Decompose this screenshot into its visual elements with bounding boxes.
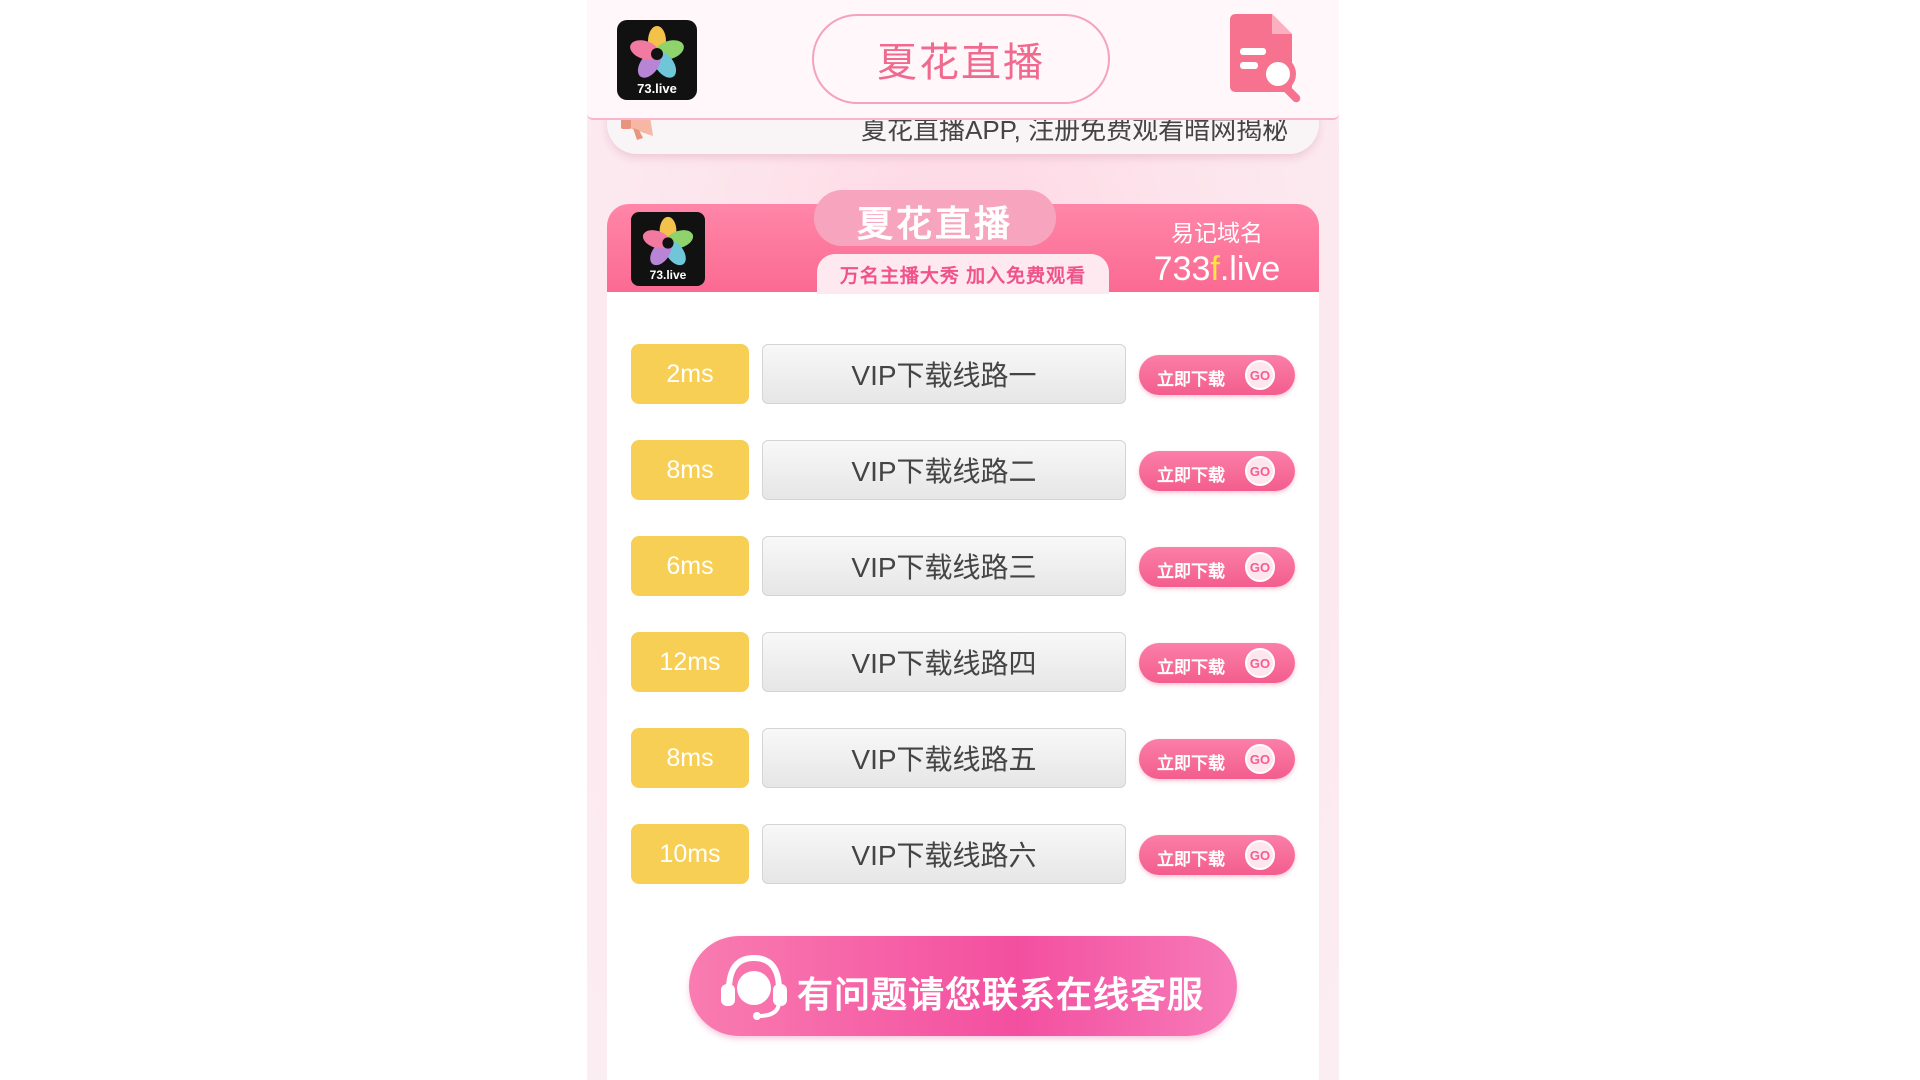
route-button[interactable]: VIP下载线路三 bbox=[762, 536, 1126, 596]
latency-badge: 8ms bbox=[631, 440, 749, 500]
go-icon: GO bbox=[1245, 840, 1275, 870]
slogan-text: 万名主播大秀 加入免费观看 bbox=[817, 254, 1109, 294]
domain-suffix: .live bbox=[1219, 250, 1281, 288]
app-logo[interactable]: 73.live bbox=[617, 20, 697, 100]
download-page: 73.live 夏花直播 夏花直播APP, 注册免费观看暗网揭秘 73.live… bbox=[587, 0, 1339, 1080]
route-button[interactable]: VIP下载线路五 bbox=[762, 728, 1126, 788]
flower-icon bbox=[630, 26, 684, 78]
domain-prefix: 733 bbox=[1153, 250, 1211, 288]
route-button[interactable]: VIP下载线路二 bbox=[762, 440, 1126, 500]
domain-info: 易记域名 733f.live bbox=[1127, 214, 1307, 289]
domain-value: 733f.live bbox=[1127, 250, 1307, 289]
download-now-label: 立即下载 bbox=[1157, 754, 1225, 773]
download-now-label: 立即下载 bbox=[1157, 658, 1225, 677]
latency-badge: 10ms bbox=[631, 824, 749, 884]
download-card: 73.live 万名主播大秀 加入免费观看 易记域名 733f.live 2ms… bbox=[607, 204, 1319, 1080]
brand-title: 夏花直播 bbox=[814, 190, 1056, 246]
latency-badge: 2ms bbox=[631, 344, 749, 404]
go-icon: GO bbox=[1245, 456, 1275, 486]
go-icon: GO bbox=[1245, 648, 1275, 678]
domain-label: 易记域名 bbox=[1171, 220, 1263, 246]
latency-badge: 6ms bbox=[631, 536, 749, 596]
go-icon: GO bbox=[1245, 552, 1275, 582]
download-now-button[interactable]: 立即下载 GO bbox=[1139, 835, 1295, 875]
flower-icon bbox=[642, 216, 694, 266]
route-button[interactable]: VIP下载线路六 bbox=[762, 824, 1126, 884]
go-icon: GO bbox=[1245, 360, 1275, 390]
download-now-button[interactable]: 立即下载 GO bbox=[1139, 643, 1295, 683]
card-logo: 73.live bbox=[631, 212, 705, 286]
download-now-button[interactable]: 立即下载 GO bbox=[1139, 451, 1295, 491]
download-now-button[interactable]: 立即下载 GO bbox=[1139, 547, 1295, 587]
download-now-label: 立即下载 bbox=[1157, 370, 1225, 389]
download-now-label: 立即下载 bbox=[1157, 562, 1225, 581]
logo-text: 73.live bbox=[637, 81, 677, 96]
download-now-button[interactable]: 立即下载 GO bbox=[1139, 739, 1295, 779]
route-button[interactable]: VIP下载线路一 bbox=[762, 344, 1126, 404]
download-now-label: 立即下载 bbox=[1157, 850, 1225, 869]
domain-highlight: f bbox=[1210, 250, 1220, 288]
go-icon: GO bbox=[1245, 744, 1275, 774]
route-button[interactable]: VIP下载线路四 bbox=[762, 632, 1126, 692]
search-document-icon[interactable] bbox=[1224, 14, 1314, 106]
latency-badge: 12ms bbox=[631, 632, 749, 692]
customer-service-label: 有问题请您联系在线客服 bbox=[797, 974, 1205, 1015]
download-now-button[interactable]: 立即下载 GO bbox=[1139, 355, 1295, 395]
customer-service-button[interactable]: 有问题请您联系在线客服 bbox=[689, 936, 1237, 1036]
headset-icon bbox=[721, 954, 787, 1020]
latency-badge: 8ms bbox=[631, 728, 749, 788]
page-title: 夏花直播 bbox=[812, 14, 1110, 104]
top-header: 73.live 夏花直播 bbox=[587, 0, 1339, 120]
download-now-label: 立即下载 bbox=[1157, 466, 1225, 485]
logo-text: 73.live bbox=[649, 268, 687, 282]
